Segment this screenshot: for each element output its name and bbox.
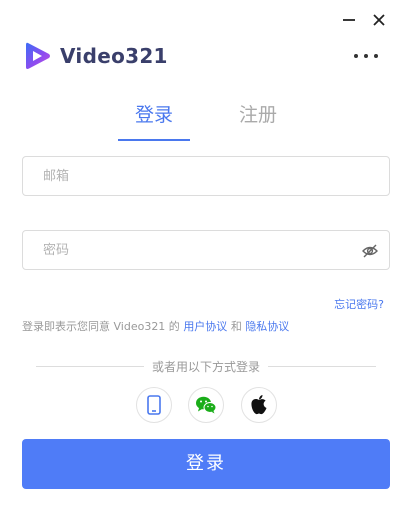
- wechat-icon: [196, 396, 217, 414]
- brand-logo: Video321: [24, 40, 168, 72]
- wechat-login-button[interactable]: [188, 387, 224, 423]
- more-dot: [354, 54, 358, 58]
- auth-tabs: 登录 注册: [0, 100, 412, 142]
- password-field: [22, 230, 390, 270]
- password-input[interactable]: [23, 231, 389, 269]
- agreement-text: 登录即表示您同意 Video321 的 用户协议 和 隐私协议: [22, 318, 289, 334]
- more-dot: [364, 54, 368, 58]
- login-submit-button[interactable]: 登录: [22, 439, 390, 489]
- more-menu-button[interactable]: [352, 46, 380, 66]
- minimize-icon: [343, 19, 355, 21]
- close-icon: [373, 14, 385, 26]
- play-logo-icon: [26, 42, 50, 69]
- privacy-policy-link[interactable]: 隐私协议: [245, 320, 289, 333]
- forgot-password-link[interactable]: 忘记密码?: [334, 296, 384, 312]
- tab-login[interactable]: 登录: [118, 100, 190, 130]
- apple-icon: [251, 395, 267, 415]
- phone-icon: [147, 395, 161, 415]
- agreement-and: 和: [230, 320, 242, 333]
- more-dot: [374, 54, 378, 58]
- active-tab-indicator: [118, 139, 190, 141]
- alternate-login-divider: 或者用以下方式登录: [36, 358, 377, 374]
- phone-login-button[interactable]: [136, 387, 172, 423]
- agreement-prefix: 登录即表示您同意 Video321 的: [22, 320, 180, 333]
- brand-name: Video321: [60, 44, 168, 68]
- eye-off-icon[interactable]: [361, 242, 379, 260]
- alternate-login-label: 或者用以下方式登录: [152, 359, 261, 374]
- minimize-button[interactable]: [337, 8, 361, 32]
- tab-register[interactable]: 注册: [222, 100, 294, 130]
- user-agreement-link[interactable]: 用户协议: [183, 320, 227, 333]
- divider-line: [268, 365, 377, 367]
- close-button[interactable]: [367, 8, 391, 32]
- divider-line: [36, 365, 144, 367]
- apple-login-button[interactable]: [241, 387, 277, 423]
- email-input[interactable]: [23, 157, 389, 195]
- email-field: [22, 156, 390, 196]
